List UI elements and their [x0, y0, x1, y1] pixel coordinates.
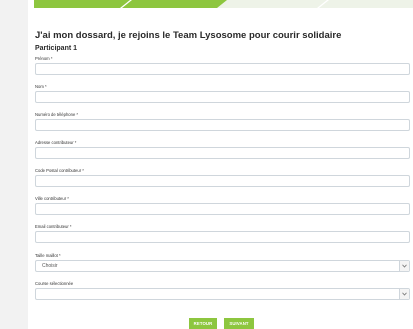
email-label: Email contributeur * [35, 224, 72, 229]
back-button[interactable]: RETOUR [189, 318, 217, 329]
tshirt-size-selected-value: Choisir [42, 263, 58, 269]
address-input[interactable] [35, 147, 410, 159]
last-name-label: Nom * [35, 84, 47, 89]
address-label: Adresse contributeur * [35, 140, 77, 145]
postal-code-label: Code Postal contributeur * [35, 168, 84, 173]
city-input[interactable] [35, 203, 410, 215]
email-input[interactable] [35, 231, 410, 243]
tshirt-size-label: Taille maillot * [35, 253, 61, 258]
first-name-input[interactable] [35, 63, 410, 75]
selected-race-label: Course sélectionnée [35, 281, 74, 286]
form-title: J'ai mon dossard, je rejoins le Team Lys… [35, 30, 342, 41]
city-label: Ville contributeur * [35, 196, 69, 201]
phone-label: Numéro de téléphone * [35, 112, 79, 117]
step-progress-bar [34, 0, 413, 8]
tshirt-size-select[interactable]: Choisir [35, 260, 410, 272]
chevron-down-icon[interactable] [399, 261, 409, 271]
page: J'ai mon dossard, je rejoins le Team Lys… [0, 0, 413, 329]
next-button[interactable]: SUIVANT [224, 318, 254, 329]
selected-race-select[interactable] [35, 288, 410, 300]
first-name-label: Prénom * [35, 56, 53, 61]
participant-heading: Participant 1 [35, 45, 78, 52]
chevron-down-icon[interactable] [399, 289, 409, 299]
postal-code-input[interactable] [35, 175, 410, 187]
form-card: J'ai mon dossard, je rejoins le Team Lys… [28, 0, 413, 329]
phone-input[interactable] [35, 119, 410, 131]
last-name-input[interactable] [35, 91, 410, 103]
